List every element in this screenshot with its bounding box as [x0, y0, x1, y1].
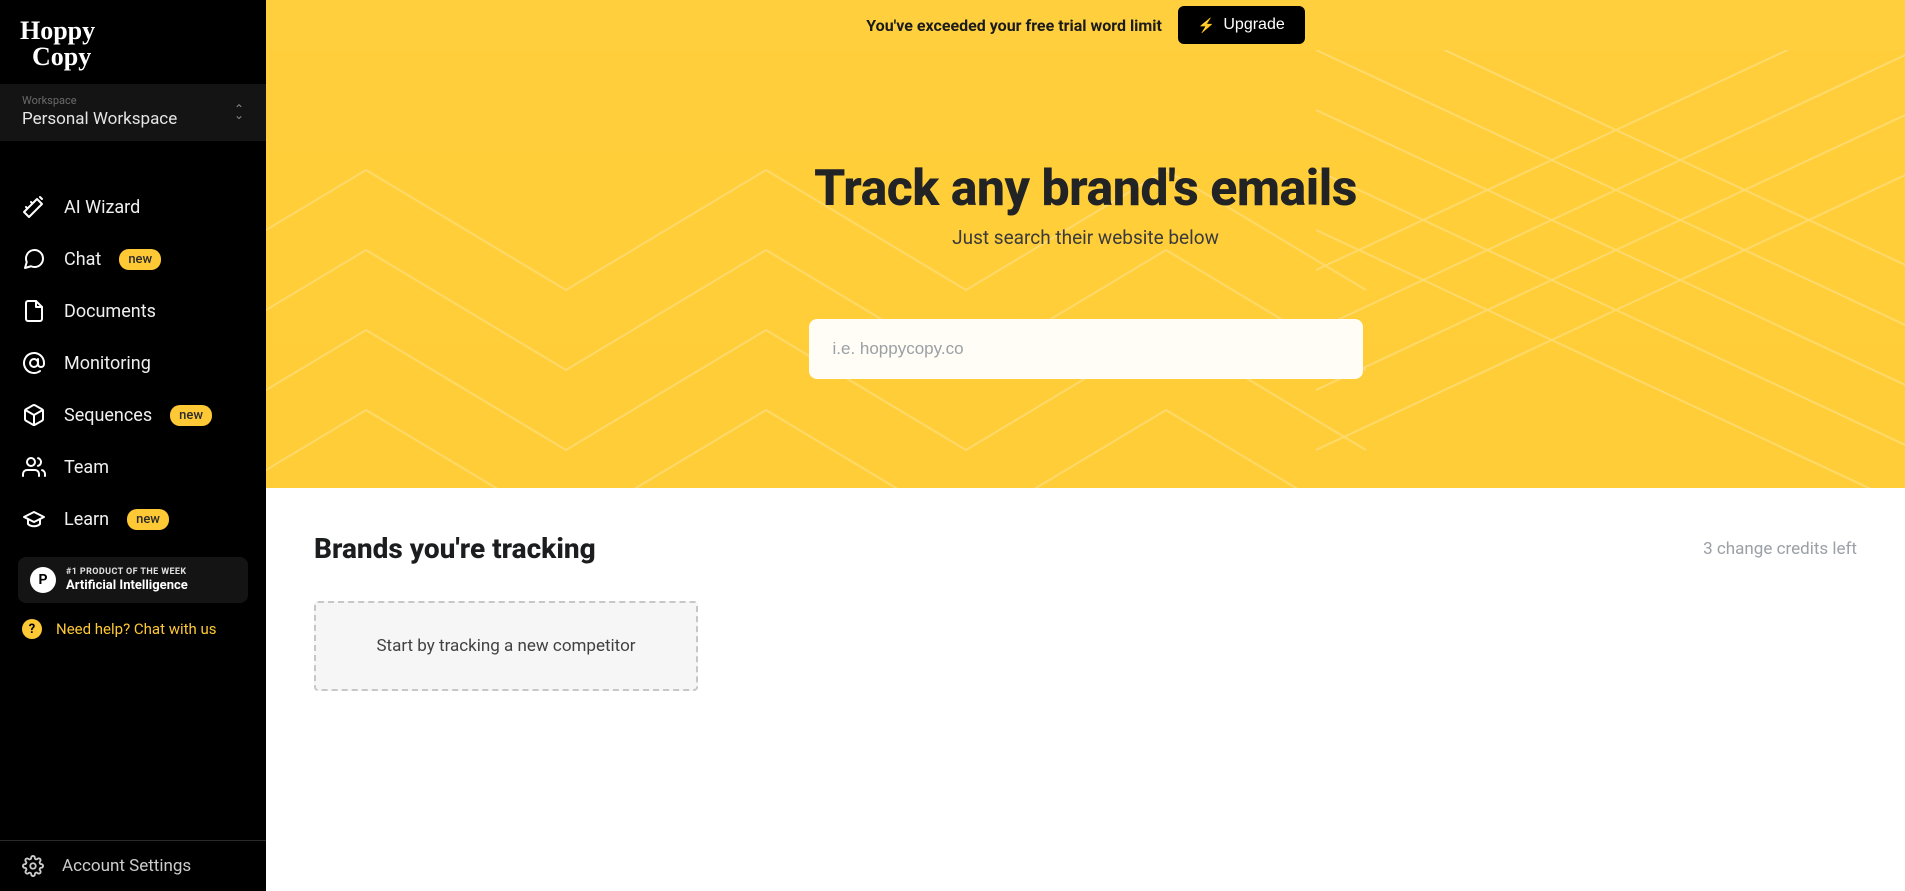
search-container: [809, 319, 1363, 379]
sidebar-item-label: Team: [64, 457, 109, 478]
promo-card[interactable]: P #1 PRODUCT OF THE WEEK Artificial Inte…: [18, 557, 248, 603]
sidebar-item-account-settings[interactable]: Account Settings: [0, 841, 266, 891]
new-badge: new: [127, 509, 169, 530]
sidebar-item-label: Monitoring: [64, 353, 151, 374]
sidebar-item-label: Chat: [64, 249, 101, 270]
sidebar-item-label: Learn: [64, 509, 109, 530]
upgrade-button[interactable]: ⚡ Upgrade: [1178, 6, 1305, 44]
trial-bar: You've exceeded your free trial word lim…: [266, 0, 1905, 50]
sidebar-item-learn[interactable]: Learn new: [0, 493, 266, 545]
bolt-icon: ⚡: [1198, 17, 1215, 34]
search-input[interactable]: [809, 319, 1363, 379]
sidebar-nav: AI Wizard Chat new Documents Monitoring: [0, 181, 266, 545]
document-icon: [22, 299, 46, 323]
hero-pattern: [266, 50, 1905, 488]
promo-line2: Artificial Intelligence: [66, 578, 188, 594]
promo-line1: #1 PRODUCT OF THE WEEK: [66, 567, 188, 578]
empty-tracking-text: Start by tracking a new competitor: [376, 636, 635, 656]
main-content: You've exceeded your free trial word lim…: [266, 0, 1905, 891]
trial-message: You've exceeded your free trial word lim…: [866, 16, 1162, 35]
hero-subtitle: Just search their website below: [952, 226, 1219, 249]
sidebar-item-documents[interactable]: Documents: [0, 285, 266, 337]
sidebar-item-label: Documents: [64, 301, 156, 322]
upgrade-label: Upgrade: [1223, 16, 1284, 34]
gear-icon: [22, 855, 44, 877]
help-icon: ?: [22, 619, 42, 639]
sequences-icon: [22, 403, 46, 427]
new-badge: new: [119, 249, 161, 270]
learn-icon: [22, 507, 46, 531]
hero-title: Track any brand's emails: [814, 160, 1357, 218]
sidebar-item-label: Sequences: [64, 405, 152, 426]
workspace-selector[interactable]: Workspace Personal Workspace ⌃⌄: [0, 84, 266, 141]
wand-icon: [22, 195, 46, 219]
sidebar-item-ai-wizard[interactable]: AI Wizard: [0, 181, 266, 233]
team-icon: [22, 455, 46, 479]
brand-logo: Hoppy Copy: [0, 0, 266, 84]
help-chat[interactable]: ? Need help? Chat with us: [0, 603, 266, 655]
tracking-section: Brands you're tracking 3 change credits …: [266, 488, 1905, 735]
sidebar-item-monitoring[interactable]: Monitoring: [0, 337, 266, 389]
sidebar-item-chat[interactable]: Chat new: [0, 233, 266, 285]
chevron-updown-icon: ⌃⌄: [234, 105, 244, 119]
promo-badge-icon: P: [30, 567, 56, 593]
workspace-name: Personal Workspace: [22, 109, 177, 129]
workspace-label: Workspace: [22, 94, 177, 107]
sidebar-item-team[interactable]: Team: [0, 441, 266, 493]
new-badge: new: [170, 405, 212, 426]
change-credits: 3 change credits left: [1703, 539, 1857, 559]
hero-section: Track any brand's emails Just search the…: [266, 50, 1905, 488]
sidebar-item-label: AI Wizard: [64, 197, 140, 218]
monitoring-icon: [22, 351, 46, 375]
chat-icon: [22, 247, 46, 271]
sidebar: Hoppy Copy Workspace Personal Workspace …: [0, 0, 266, 891]
settings-label: Account Settings: [62, 856, 191, 876]
promo-text: #1 PRODUCT OF THE WEEK Artificial Intell…: [66, 567, 188, 593]
help-text: Need help? Chat with us: [56, 620, 217, 638]
tracking-heading: Brands you're tracking: [314, 532, 596, 565]
sidebar-item-sequences[interactable]: Sequences new: [0, 389, 266, 441]
empty-tracking-card[interactable]: Start by tracking a new competitor: [314, 601, 698, 691]
